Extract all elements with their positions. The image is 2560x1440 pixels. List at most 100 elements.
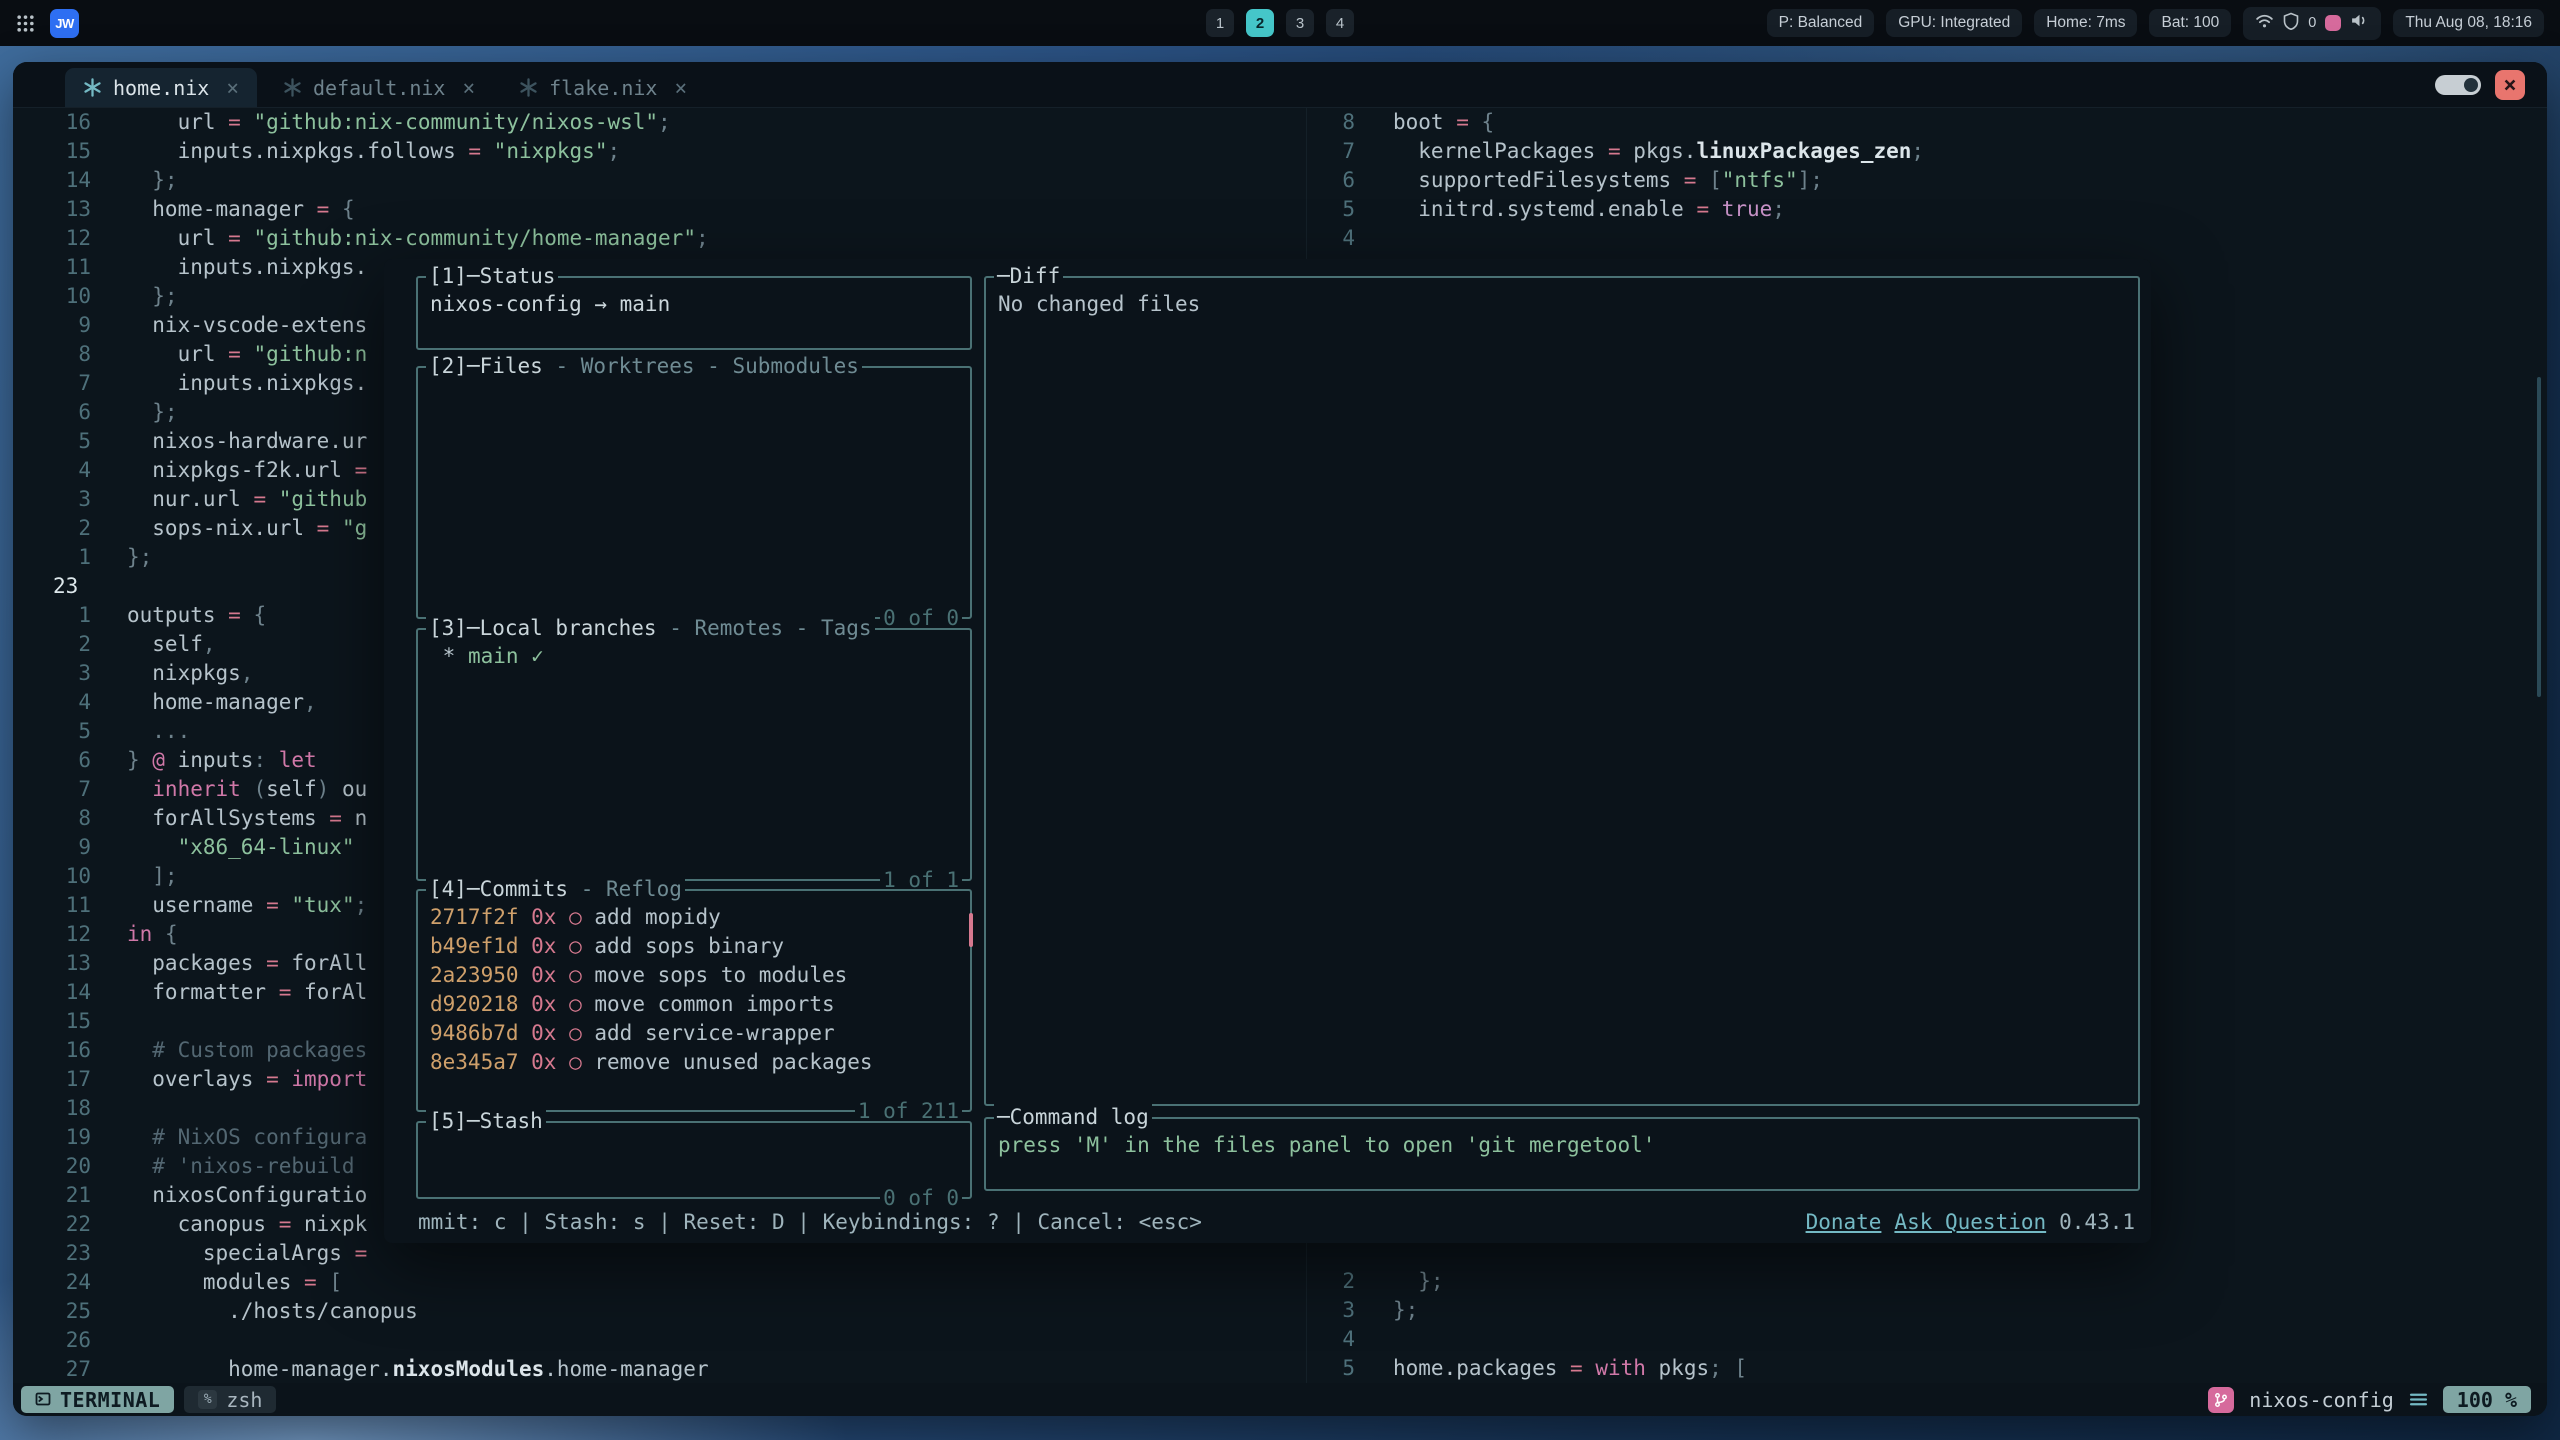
tab-label: home.nix bbox=[113, 76, 209, 100]
tab-home-nix[interactable]: home.nix × bbox=[65, 68, 257, 107]
line-number: 12 bbox=[13, 224, 127, 253]
commit-row[interactable]: d920218 0x ○ move common imports bbox=[430, 990, 958, 1019]
workspace-button-1[interactable]: 1 bbox=[1206, 9, 1234, 37]
code-line[interactable]: 2 }; bbox=[1307, 1267, 2547, 1296]
donate-link[interactable]: Donate bbox=[1806, 1208, 1882, 1237]
clock-module[interactable]: Thu Aug 08, 18:16 bbox=[2393, 9, 2544, 37]
nix-snowflake-icon bbox=[283, 78, 302, 97]
lazygit-version: 0.43.1 bbox=[2059, 1208, 2135, 1237]
lazygit-commits-panel[interactable]: [4]─Commits - Reflog 2717f2f 0x ○ add mo… bbox=[416, 889, 972, 1112]
line-number: 12 bbox=[13, 920, 127, 949]
tab-close-icon[interactable]: × bbox=[462, 76, 475, 100]
code-line[interactable]: 5 initrd.systemd.enable = true; bbox=[1307, 195, 2547, 224]
code-line[interactable]: 7 kernelPackages = pkgs.linuxPackages_ze… bbox=[1307, 137, 2547, 166]
line-number: 3 bbox=[1307, 1296, 1393, 1325]
line-number: 19 bbox=[13, 1123, 127, 1152]
lazygit-command-log-panel[interactable]: ─Command log press 'M' in the files pane… bbox=[984, 1117, 2140, 1191]
lazygit-status-panel[interactable]: [1]─Status nixos-config → main bbox=[416, 276, 972, 350]
shell-chip: % zsh bbox=[184, 1386, 276, 1413]
code-line[interactable]: 14 }; bbox=[13, 166, 1306, 195]
lazygit-branches-panel[interactable]: [3]─Local branches - Remotes - Tags * ma… bbox=[416, 628, 972, 881]
code-line[interactable]: 26 bbox=[13, 1326, 1306, 1355]
line-number: 13 bbox=[13, 195, 127, 224]
code-line[interactable]: 6 supportedFilesystems = ["ntfs"]; bbox=[1307, 166, 2547, 195]
commit-row[interactable]: 9486b7d 0x ○ add service-wrapper bbox=[430, 1019, 958, 1048]
line-number: 7 bbox=[13, 369, 127, 398]
panel-title: [2]─Files - Worktrees - Submodules bbox=[426, 352, 862, 381]
code-line[interactable]: 5home.packages = with pkgs; [ bbox=[1307, 1354, 2547, 1383]
tab-close-icon[interactable]: × bbox=[674, 76, 687, 100]
latency-module[interactable]: Home: 7ms bbox=[2034, 9, 2137, 37]
editor-area: 16 url = "github:nix-community/nixos-wsl… bbox=[13, 108, 2547, 1383]
commit-row[interactable]: 2717f2f 0x ○ add mopidy bbox=[430, 903, 958, 932]
panel-title: [5]─Stash bbox=[426, 1107, 546, 1136]
code-line[interactable]: 23 specialArgs = bbox=[13, 1239, 1306, 1268]
tab-close-icon[interactable]: × bbox=[226, 76, 239, 100]
commit-row[interactable]: 8e345a7 0x ○ remove unused packages bbox=[430, 1048, 958, 1077]
tab-default-nix[interactable]: default.nix × bbox=[265, 68, 493, 107]
line-number: 6 bbox=[1307, 166, 1393, 195]
line-number: 24 bbox=[13, 1268, 127, 1297]
code-line[interactable]: 13 home-manager = { bbox=[13, 195, 1306, 224]
code-line[interactable]: 16 url = "github:nix-community/nixos-wsl… bbox=[13, 108, 1306, 137]
line-number: 11 bbox=[13, 891, 127, 920]
code-line[interactable]: 15 inputs.nixpkgs.follows = "nixpkgs"; bbox=[13, 137, 1306, 166]
gpu-module[interactable]: GPU: Integrated bbox=[1886, 9, 2022, 37]
code-line[interactable]: 24 modules = [ bbox=[13, 1268, 1306, 1297]
top-bar-right: P: Balanced GPU: Integrated Home: 7ms Ba… bbox=[1767, 7, 2560, 40]
line-number: 7 bbox=[1307, 137, 1393, 166]
line-number: 5 bbox=[13, 717, 127, 746]
line-number: 7 bbox=[13, 775, 127, 804]
code-line[interactable]: 3}; bbox=[1307, 1296, 2547, 1325]
apps-grid-icon[interactable] bbox=[16, 14, 35, 33]
lazygit-files-panel[interactable]: [2]─Files - Worktrees - Submodules 0 of … bbox=[416, 366, 972, 619]
window-close-button[interactable]: × bbox=[2495, 70, 2525, 100]
code-line[interactable]: 27 home-manager.nixosModules.home-manage… bbox=[13, 1355, 1306, 1383]
line-number: 6 bbox=[13, 398, 127, 427]
code-line[interactable]: 4 bbox=[1307, 224, 2547, 253]
terminal-icon bbox=[35, 1388, 51, 1412]
line-number: 16 bbox=[13, 1036, 127, 1065]
workspace-button-4[interactable]: 4 bbox=[1326, 9, 1354, 37]
lazygit-diff-panel[interactable]: ─Diff No changed files bbox=[984, 276, 2140, 1106]
line-number: 4 bbox=[13, 456, 127, 485]
ask-question-link[interactable]: Ask Question bbox=[1894, 1208, 2046, 1237]
panel-title: ─Diff bbox=[994, 262, 1063, 291]
status-line: TERMINAL % zsh nixos-config 100 % bbox=[13, 1383, 2547, 1416]
lazygit-stash-panel[interactable]: [5]─Stash 0 of 0 bbox=[416, 1121, 972, 1199]
line-number: 8 bbox=[13, 340, 127, 369]
window-controls: × bbox=[2435, 70, 2525, 100]
jw-logo[interactable]: JW bbox=[50, 9, 79, 38]
workspace-button-2[interactable]: 2 bbox=[1246, 9, 1274, 37]
toggle-knob bbox=[2464, 78, 2478, 92]
panel-title: ─Command log bbox=[994, 1103, 1152, 1132]
power-profile-module[interactable]: P: Balanced bbox=[1767, 9, 1875, 37]
repo-branch-status: nixos-config → main bbox=[430, 292, 670, 316]
line-number: 17 bbox=[13, 1065, 127, 1094]
git-branch-icon bbox=[2208, 1387, 2234, 1413]
code-line[interactable]: 8boot = { bbox=[1307, 108, 2547, 137]
system-tray-module[interactable]: 0 bbox=[2243, 7, 2381, 40]
shell-prompt-icon: % bbox=[198, 1390, 217, 1409]
line-number: 5 bbox=[1307, 1354, 1393, 1383]
tab-flake-nix[interactable]: flake.nix × bbox=[501, 68, 705, 107]
line-number: 10 bbox=[13, 282, 127, 311]
line-number: 23 bbox=[13, 1239, 127, 1268]
wifi-icon bbox=[2255, 12, 2274, 34]
commit-row[interactable]: b49ef1d 0x ○ add sops binary bbox=[430, 932, 958, 961]
window-toggle[interactable] bbox=[2435, 75, 2481, 95]
battery-module[interactable]: Bat: 100 bbox=[2149, 9, 2231, 37]
workspace-button-3[interactable]: 3 bbox=[1286, 9, 1314, 37]
keybindings-hint: mmit: c | Stash: s | Reset: D | Keybindi… bbox=[418, 1208, 1202, 1237]
code-line[interactable]: 12 url = "github:nix-community/home-mana… bbox=[13, 224, 1306, 253]
commit-row[interactable]: 2a23950 0x ○ move sops to modules bbox=[430, 961, 958, 990]
code-line[interactable]: 4 bbox=[1307, 1325, 2547, 1354]
top-bar: JW 1 2 3 4 P: Balanced GPU: Integrated H… bbox=[0, 0, 2560, 46]
tab-label: flake.nix bbox=[549, 76, 657, 100]
line-number: 3 bbox=[13, 659, 127, 688]
line-number: 15 bbox=[13, 1007, 127, 1036]
line-number: 2 bbox=[1307, 1267, 1393, 1296]
editor-scrollbar-thumb[interactable] bbox=[2537, 377, 2541, 697]
commits-scrollbar-thumb[interactable] bbox=[969, 913, 973, 947]
code-line[interactable]: 25 ./hosts/canopus bbox=[13, 1297, 1306, 1326]
